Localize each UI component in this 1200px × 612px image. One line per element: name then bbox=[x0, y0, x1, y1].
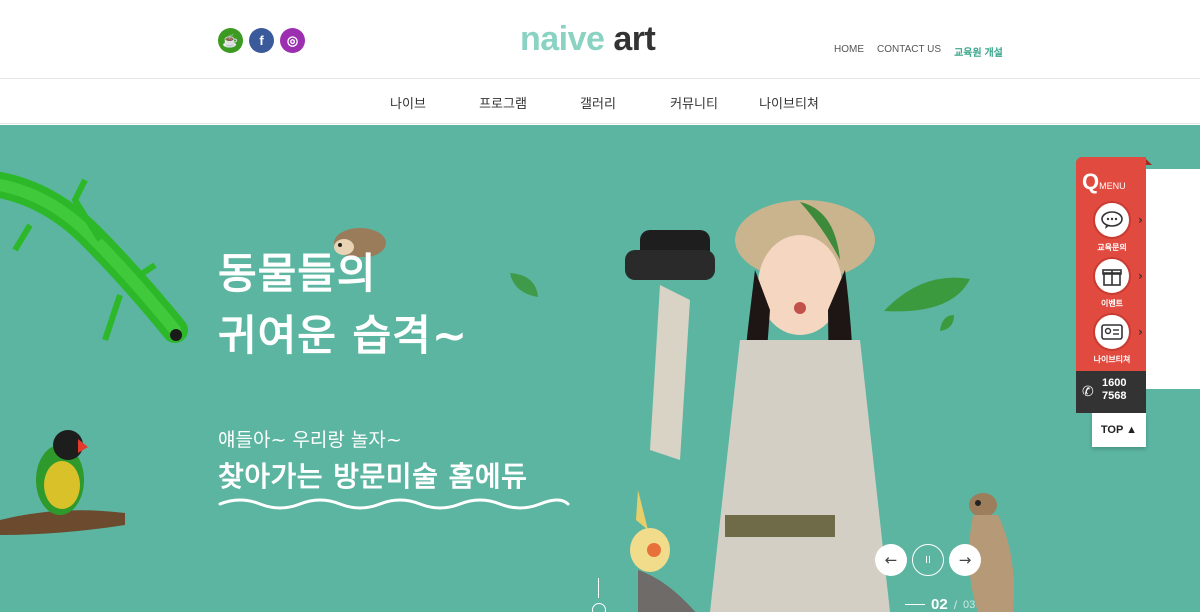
quick-menu-title: QMENU bbox=[1082, 169, 1126, 195]
logo-art: art bbox=[604, 20, 656, 58]
quick-menu-ribbon-fold bbox=[1146, 159, 1152, 165]
logo-naive: naive bbox=[520, 20, 605, 58]
lovebird-image bbox=[0, 430, 125, 535]
quick-menu-item-inquiry[interactable]: 교육문의 bbox=[1084, 201, 1140, 253]
gecko-image bbox=[0, 172, 188, 343]
main-nav: 나이브 프로그램 갤러리 커뮤니티 나이브티쳐 bbox=[0, 80, 1200, 124]
top-button[interactable]: TOP ▲ bbox=[1092, 413, 1146, 447]
instagram-icon[interactable]: ◎ bbox=[280, 28, 305, 53]
id-card-icon bbox=[1093, 313, 1131, 351]
scroll-down-icon[interactable] bbox=[592, 603, 606, 612]
top-header: ☕ f ◎ naive art HOME CONTACT US 교육원 개설 bbox=[0, 0, 1200, 79]
site-logo[interactable]: naive art bbox=[520, 20, 656, 59]
slide-next-button[interactable]: → bbox=[949, 544, 981, 576]
pager-separator: / bbox=[953, 597, 958, 612]
phone-number: 1600 7568 bbox=[1102, 377, 1126, 403]
pager-dash bbox=[905, 604, 925, 605]
hero-headline-line1: 동물들의 bbox=[218, 249, 377, 298]
quick-menu-item-naive-teacher[interactable]: 나이브티쳐 bbox=[1084, 313, 1140, 365]
nav-item-naive-teacher[interactable]: 나이브티쳐 bbox=[759, 93, 819, 112]
cockatiel-image bbox=[630, 490, 696, 612]
phone-icon: ✆ bbox=[1082, 383, 1094, 399]
home-link[interactable]: HOME bbox=[834, 44, 864, 59]
slide-prev-button[interactable]: ← bbox=[875, 544, 907, 576]
gift-icon bbox=[1093, 257, 1131, 295]
quick-menu-q: Q bbox=[1082, 169, 1100, 194]
chevron-right-icon[interactable]: › bbox=[1138, 325, 1143, 339]
nav-item-naive[interactable]: 나이브 bbox=[390, 93, 426, 112]
quick-menu-menu-label: MENU bbox=[1099, 181, 1126, 191]
hero-headline: 동물들의 귀여운 습격~ bbox=[218, 243, 468, 367]
quick-menu-side-panel bbox=[1146, 169, 1200, 389]
nav-item-program[interactable]: 프로그램 bbox=[479, 93, 527, 112]
slide-pager: 02 / 03 bbox=[905, 596, 975, 612]
hero-slider: 동물들의 귀여운 습격~ 얘들아~ 우리랑 놀자~ 찾아가는 방문미술 홈에듀 … bbox=[0, 125, 1200, 612]
hero-headline-line2: 귀여운 습격~ bbox=[218, 311, 469, 360]
quick-menu-phone[interactable]: ✆ 1600 7568 bbox=[1076, 371, 1146, 413]
phone-number-line2: 7568 bbox=[1102, 390, 1127, 402]
quick-menu-label-naive-teacher: 나이브티쳐 bbox=[1093, 355, 1131, 364]
wave-underline-icon bbox=[218, 498, 570, 510]
hero-mainline: 찾아가는 방문미술 홈에듀 bbox=[218, 460, 528, 493]
arrow-right-icon: → bbox=[958, 551, 972, 569]
current-slide-number: 02 bbox=[931, 596, 948, 612]
nav-item-community[interactable]: 커뮤니티 bbox=[670, 93, 718, 112]
leaf-image bbox=[940, 315, 954, 331]
chevron-right-icon[interactable]: › bbox=[1138, 269, 1143, 283]
utility-nav: HOME CONTACT US 교육원 개설 bbox=[834, 44, 1003, 59]
speech-bubble-icon bbox=[1093, 201, 1131, 239]
quick-menu-label-inquiry: 교육문의 bbox=[1097, 243, 1127, 252]
facebook-icon[interactable]: f bbox=[249, 28, 274, 53]
quick-menu-label-event: 이벤트 bbox=[1100, 299, 1124, 308]
leaf-image bbox=[510, 273, 538, 297]
phone-number-line1: 1600 bbox=[1102, 377, 1127, 389]
sns-links: ☕ f ◎ bbox=[218, 28, 305, 53]
nav-item-gallery[interactable]: 갤러리 bbox=[580, 93, 616, 112]
contact-us-link[interactable]: CONTACT US bbox=[877, 44, 941, 59]
pause-icon: II bbox=[925, 554, 931, 566]
open-academy-link[interactable]: 교육원 개설 bbox=[954, 44, 1003, 59]
scroll-indicator-line bbox=[598, 578, 599, 598]
slide-pause-button[interactable]: II bbox=[912, 544, 944, 576]
quick-menu-item-event[interactable]: 이벤트 bbox=[1084, 257, 1140, 309]
chevron-right-icon[interactable]: › bbox=[1138, 213, 1143, 227]
arrow-left-icon: ← bbox=[884, 551, 898, 569]
total-slide-number: 03 bbox=[963, 598, 976, 611]
hero-subline: 얘들아~ 우리랑 놀자~ bbox=[218, 429, 402, 451]
kakao-story-icon[interactable]: ☕ bbox=[218, 28, 243, 53]
